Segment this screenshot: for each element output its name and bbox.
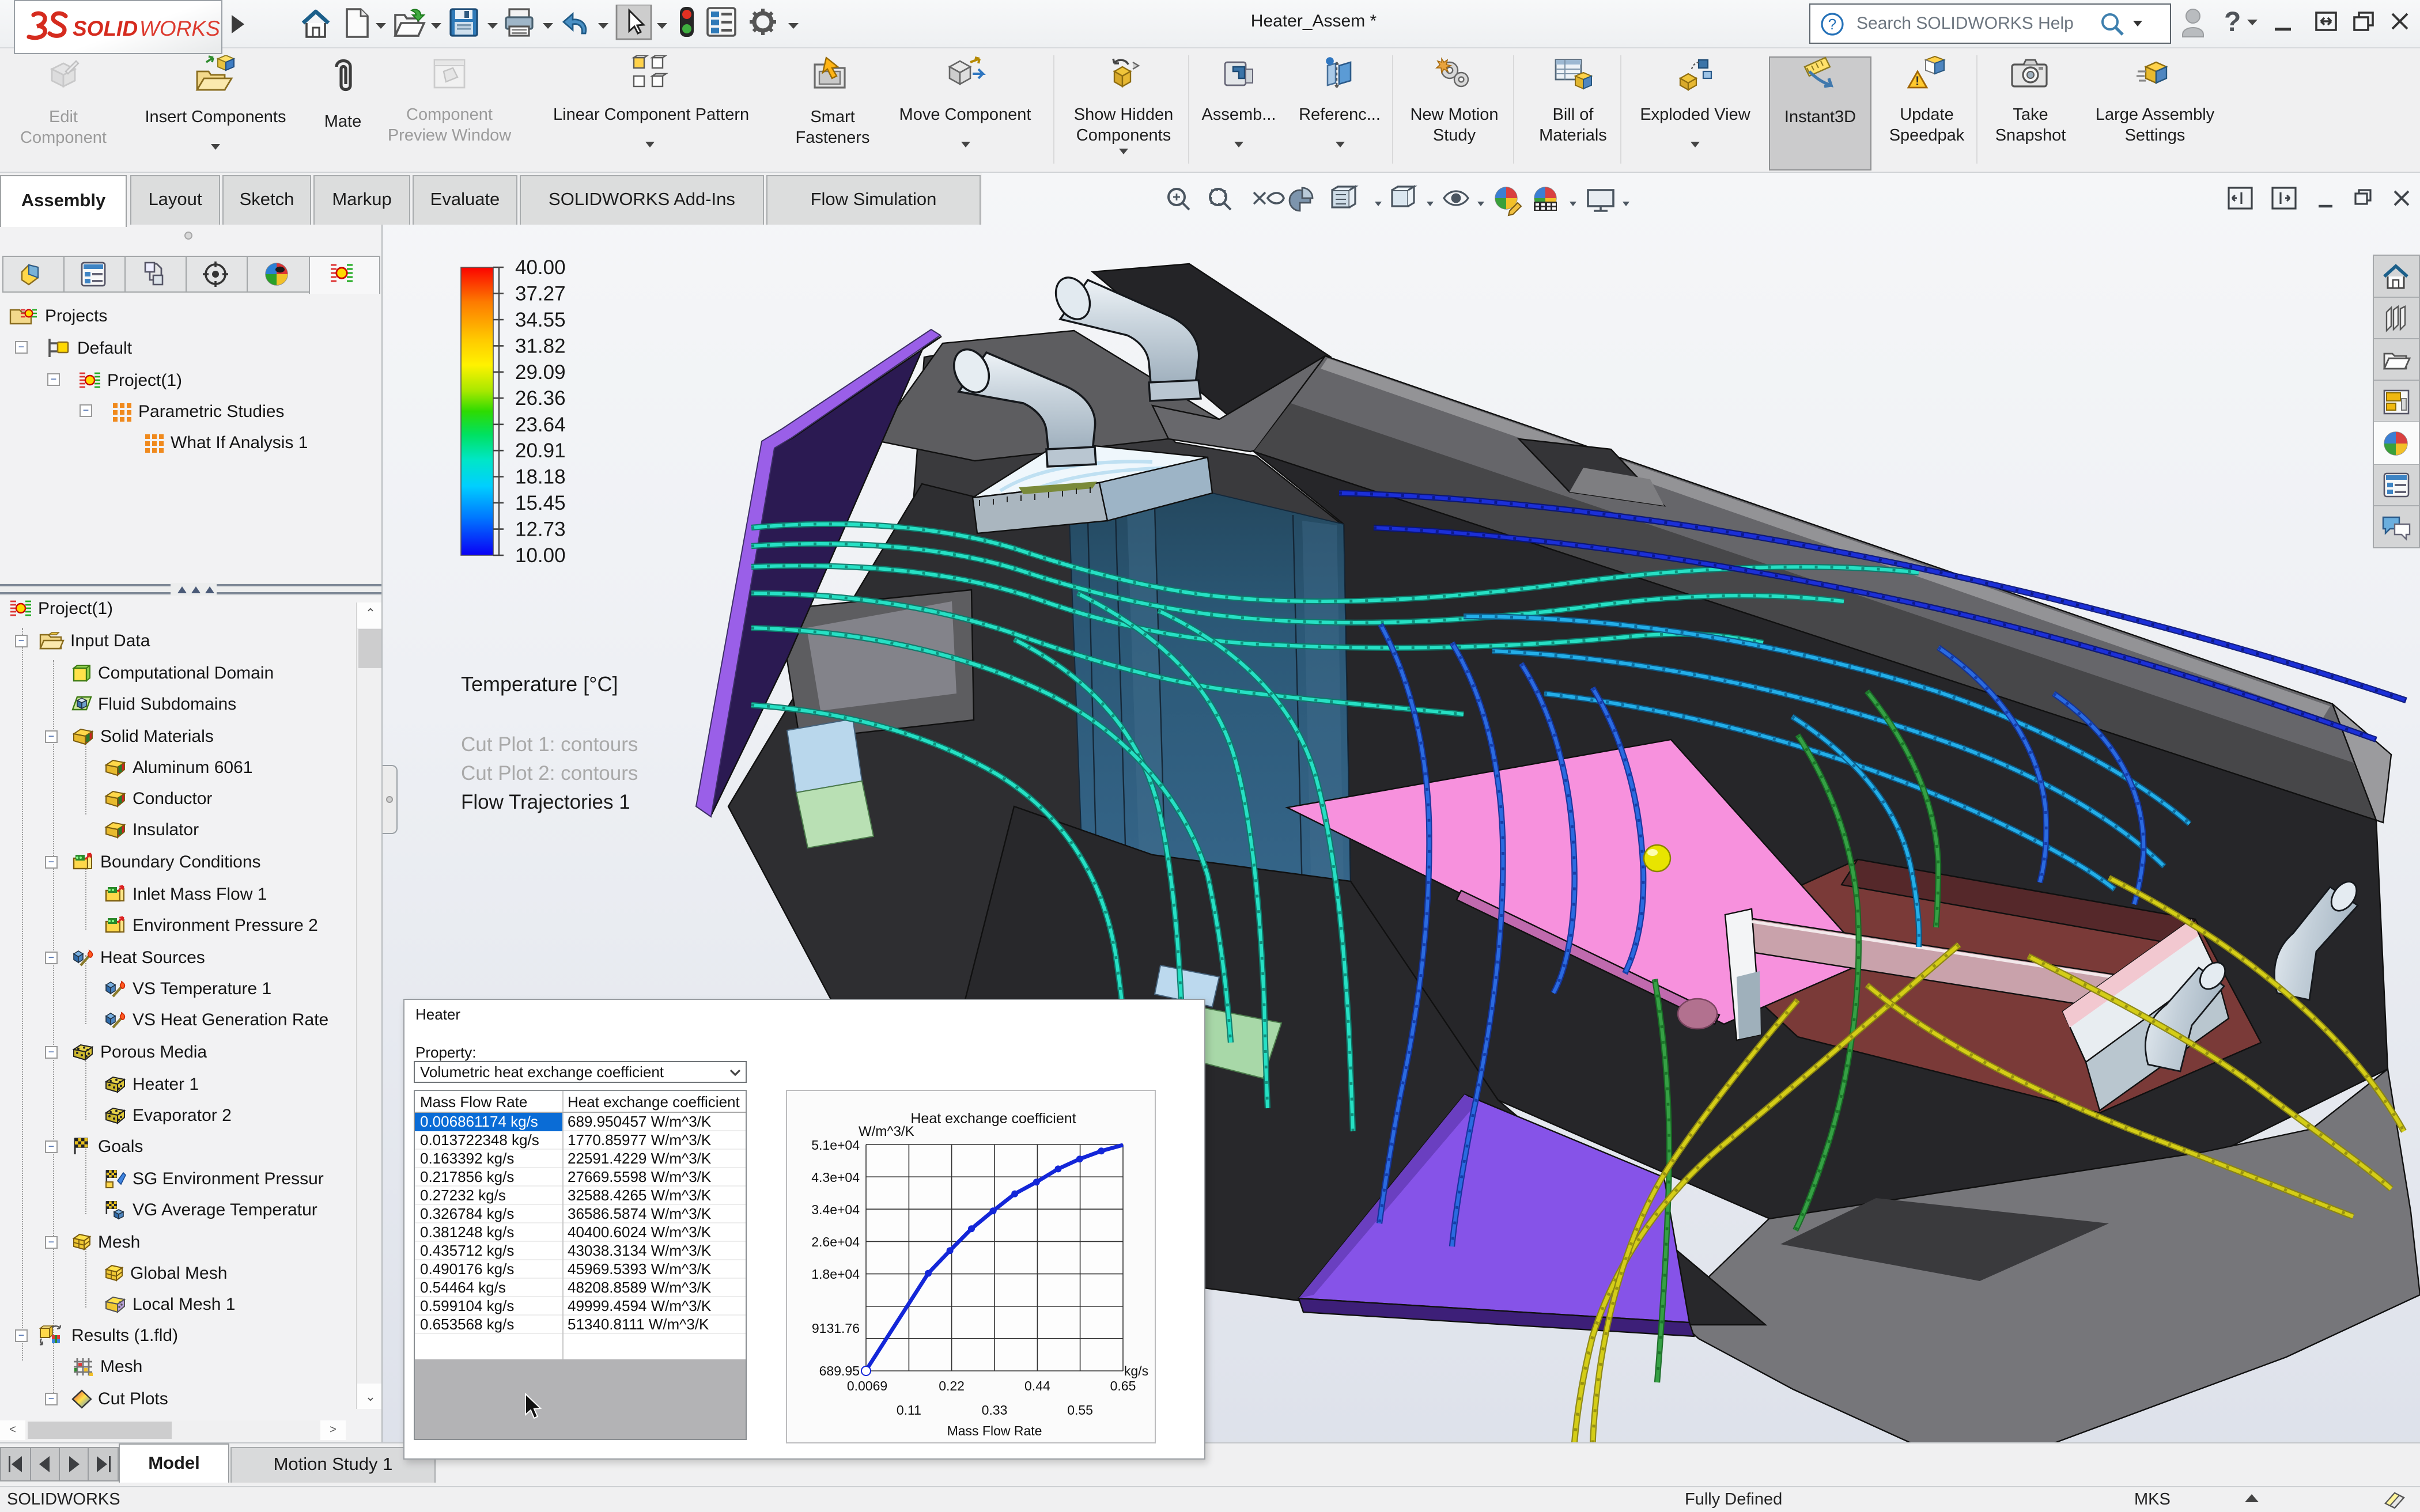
svg-text:20.91: 20.91 [515,439,566,462]
svg-text:12.73: 12.73 [515,518,566,541]
svg-text:Cut Plot 2: contours: Cut Plot 2: contours [461,762,638,785]
svg-text:34.55: 34.55 [515,309,566,331]
svg-text:0.55: 0.55 [1067,1403,1092,1418]
svg-text:Mass Flow Rate: Mass Flow Rate [947,1423,1042,1438]
svg-text:0.0069: 0.0069 [846,1378,887,1393]
svg-text:kg/s: kg/s [1124,1363,1148,1378]
svg-text:2.6e+04: 2.6e+04 [811,1234,859,1249]
svg-text:15.45: 15.45 [515,492,566,514]
svg-text:689.95: 689.95 [819,1363,859,1378]
svg-text:!: ! [1915,74,1919,88]
svg-text:29.09: 29.09 [515,361,566,384]
svg-text:Flow Trajectories 1: Flow Trajectories 1 [461,791,630,813]
svg-text:0.33: 0.33 [981,1403,1007,1418]
svg-text:18.18: 18.18 [515,466,566,488]
svg-text:WORKS: WORKS [139,17,220,40]
svg-text:3.4e+04: 3.4e+04 [811,1202,859,1217]
svg-text:31.82: 31.82 [515,335,566,357]
svg-text:26.36: 26.36 [515,387,566,410]
svg-text:?: ? [1828,15,1836,32]
svg-text:1.8e+04: 1.8e+04 [811,1267,859,1282]
svg-text:0.65: 0.65 [1110,1378,1136,1393]
svg-text:0.44: 0.44 [1024,1378,1050,1393]
svg-text:Heat exchange coefficient: Heat exchange coefficient [910,1111,1075,1127]
svg-text:W/m^3/K: W/m^3/K [858,1124,914,1139]
svg-text:9131.76: 9131.76 [811,1321,859,1336]
svg-text:SOLID: SOLID [73,17,138,40]
svg-text:37.27: 37.27 [515,282,566,305]
svg-text:0.11: 0.11 [896,1403,921,1418]
svg-text:10.00: 10.00 [515,544,566,567]
svg-text:?: ? [2224,7,2241,37]
svg-text:40.00: 40.00 [515,256,566,279]
svg-text:Temperature [°C]: Temperature [°C] [461,672,618,696]
svg-text:4.3e+04: 4.3e+04 [811,1170,859,1185]
svg-text:0.22: 0.22 [938,1378,964,1393]
svg-text:23.64: 23.64 [515,414,566,436]
svg-text:Cut Plot 1: contours: Cut Plot 1: contours [461,733,638,756]
svg-text:5.1e+04: 5.1e+04 [811,1138,859,1153]
